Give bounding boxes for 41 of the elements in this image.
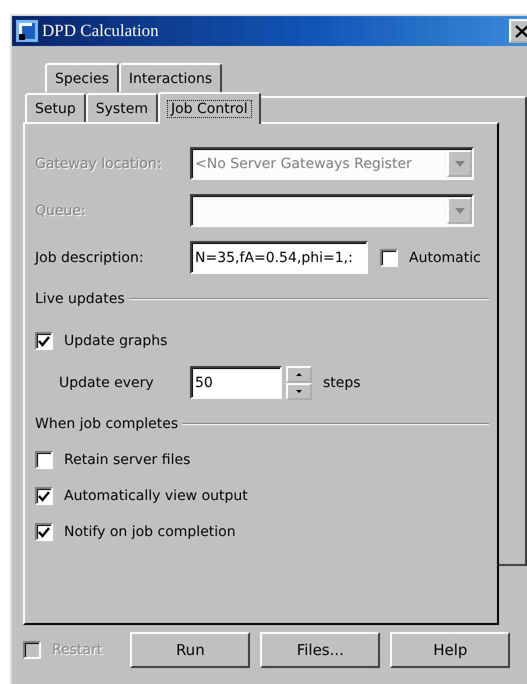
input-field[interactable]: 50	[190, 366, 282, 399]
spin-down-button[interactable]	[286, 382, 312, 400]
checkbox[interactable]	[35, 332, 53, 350]
checkbox-label: Notify on job completion	[64, 524, 236, 540]
push-button[interactable]: Run	[130, 632, 250, 668]
checkbox-label: Automatically view output	[64, 488, 248, 504]
checkbox[interactable]	[35, 523, 53, 541]
close-icon	[515, 24, 527, 38]
push-button[interactable]: Help	[390, 632, 510, 668]
tab[interactable]: System	[86, 93, 158, 122]
group-title: When job completes	[35, 416, 178, 432]
checkmark-icon	[38, 490, 50, 502]
tab[interactable]: Species	[45, 63, 119, 92]
checkbox-label: Update graphs	[64, 333, 168, 349]
window-title: DPD Calculation	[42, 21, 160, 41]
push-button[interactable]: Files...	[260, 632, 380, 668]
caret-icon	[454, 160, 464, 166]
tab[interactable]: Setup	[25, 93, 86, 122]
input-field[interactable]: N=35,fA=0.54,phi=1,:	[190, 241, 368, 274]
checkbox-label: Restart	[52, 642, 102, 658]
unit-label: steps	[323, 374, 361, 390]
tab[interactable]: Interactions	[118, 63, 222, 92]
checkbox-label: Automatic	[409, 250, 481, 266]
checkmark-icon	[38, 526, 50, 538]
down-arrow-icon	[296, 390, 302, 392]
checkbox[interactable]	[35, 487, 53, 505]
caret-icon	[454, 208, 464, 214]
checkmark-icon	[38, 336, 50, 346]
field-label: Gateway location:	[35, 156, 163, 172]
checkbox[interactable]	[35, 451, 53, 469]
field-label: Queue:	[35, 202, 87, 218]
field-label: Update every	[59, 374, 155, 390]
up-arrow-icon	[296, 372, 302, 376]
checkbox[interactable]	[380, 248, 398, 266]
app-icon	[16, 20, 38, 42]
field-label: Job description:	[35, 250, 145, 266]
group-title: Live updates	[35, 291, 125, 307]
tab[interactable]: Job Control	[158, 92, 261, 124]
spin-up-button[interactable]	[286, 366, 312, 382]
checkbox-label: Retain server files	[64, 452, 190, 468]
dropdown[interactable]	[190, 194, 474, 227]
